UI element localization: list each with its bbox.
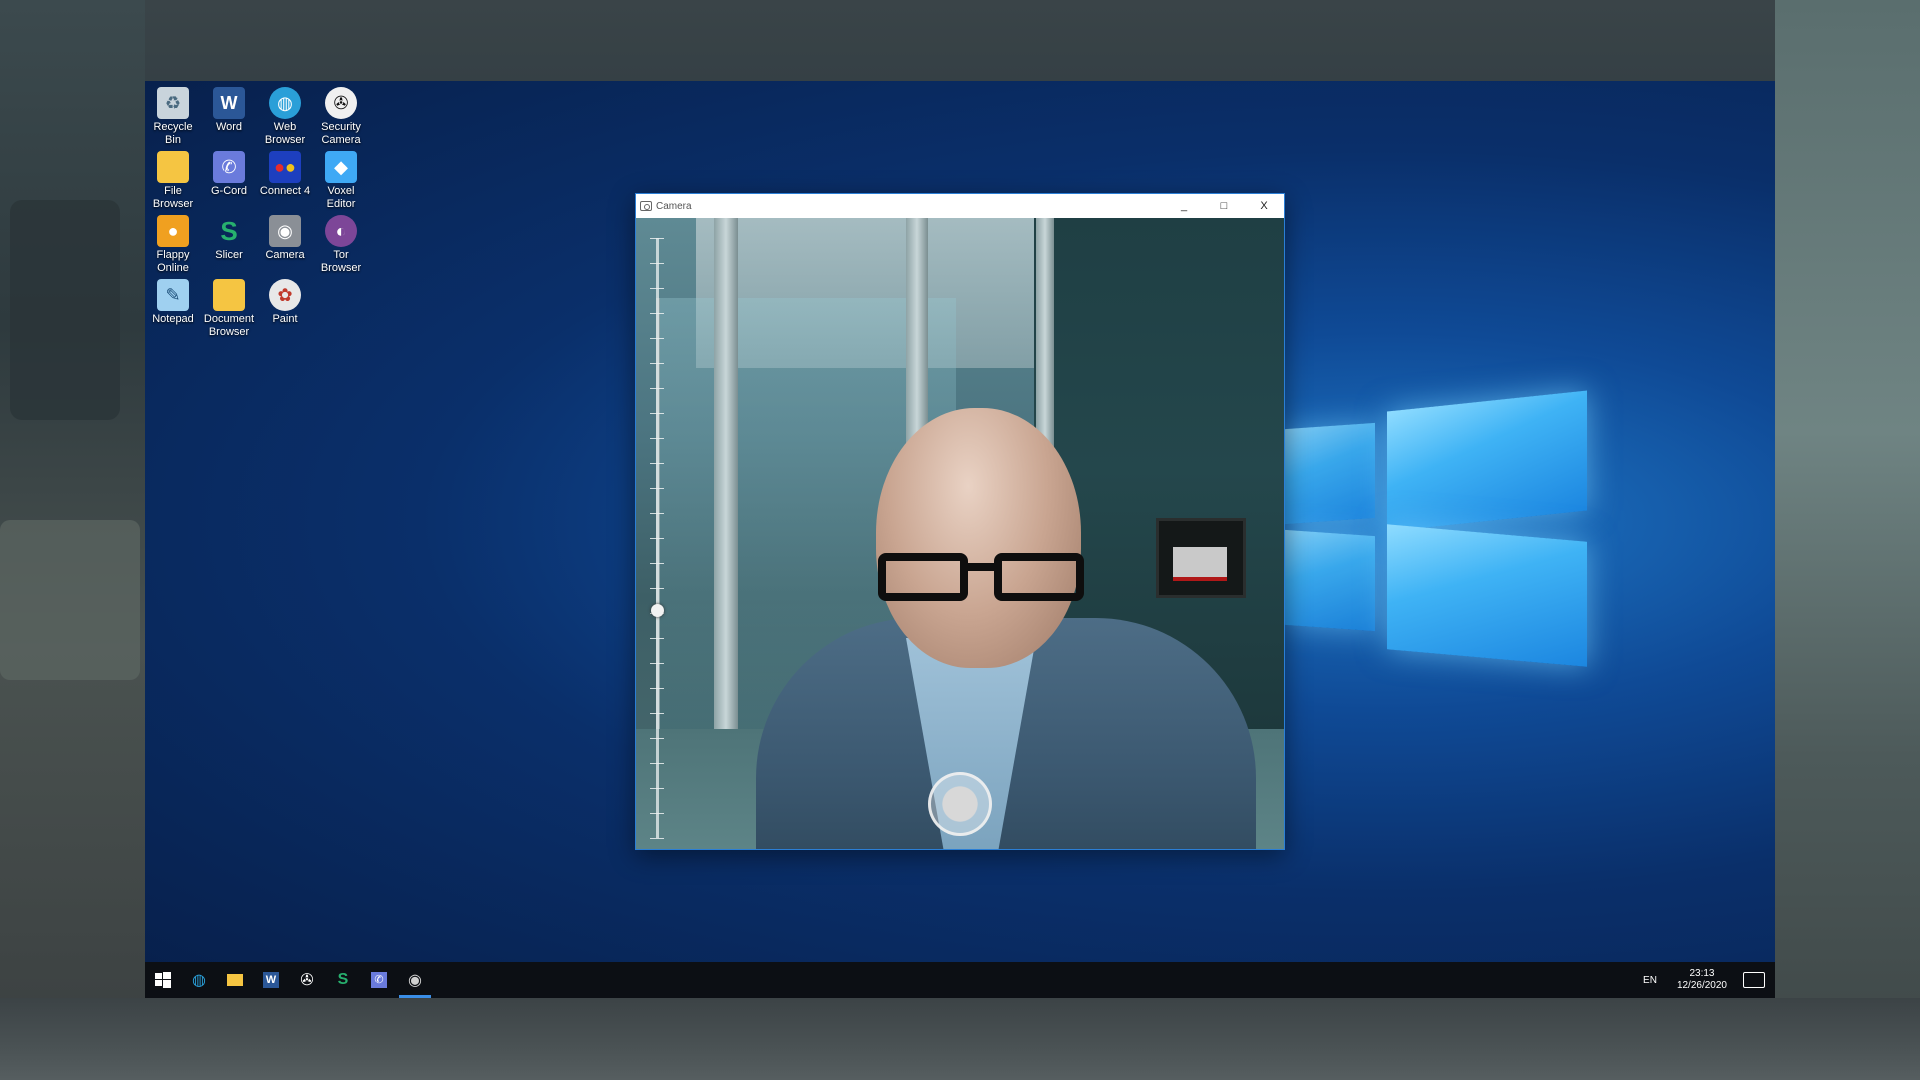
slicer-icon: S: [337, 971, 349, 988]
folder-icon: [227, 974, 243, 986]
zoom-tick: [650, 738, 664, 739]
notifications-icon[interactable]: [1743, 972, 1765, 988]
desktop-icon-recycle-bin[interactable]: ♻ Recycle Bin: [145, 87, 201, 147]
capture-button[interactable]: [928, 772, 992, 836]
zoom-tick: [650, 413, 664, 414]
zoom-tick: [650, 263, 664, 264]
folder-icon: [157, 151, 189, 183]
room-background-right: [1775, 0, 1920, 1080]
g-cord-icon: ✆: [371, 972, 387, 988]
web-browser-icon: ◍: [269, 87, 301, 119]
windows-icon: [155, 972, 171, 988]
system-tray: EN 23:13 12/26/2020: [1643, 962, 1775, 998]
desktop-icon-connect-4[interactable]: ● ● Connect 4: [257, 151, 313, 198]
zoom-tick: [650, 438, 664, 439]
paint-icon: ✿: [269, 279, 301, 311]
zoom-tick: [650, 663, 664, 664]
zoom-tick: [650, 463, 664, 464]
web-browser-icon: ◍: [192, 972, 206, 989]
language-indicator[interactable]: EN: [1643, 975, 1657, 986]
desktop-icon-camera[interactable]: ◉ Camera: [257, 215, 313, 262]
start-button[interactable]: [145, 962, 181, 998]
slicer-icon: S: [220, 215, 238, 246]
taskbar-g-cord[interactable]: ✆: [361, 962, 397, 998]
taskbar-security-camera[interactable]: ✇: [289, 962, 325, 998]
desktop-icon-security-camera[interactable]: ✇ Security Camera: [313, 87, 369, 147]
room-background-bottom: [0, 998, 1920, 1080]
security-camera-icon: ✇: [325, 87, 357, 119]
tor-browser-icon: ◐: [325, 215, 357, 247]
room-background-left: [0, 0, 145, 1080]
recycle-bin-icon: ♻: [157, 87, 189, 119]
window-title: Camera: [656, 200, 692, 212]
desktop-icon-document-browser[interactable]: Document Browser: [201, 279, 257, 339]
desktop-icon-web-browser[interactable]: ◍ Web Browser: [257, 87, 313, 147]
zoom-tick: [650, 638, 664, 639]
zoom-tick: [650, 713, 664, 714]
desktop-icon-g-cord[interactable]: ✆ G-Cord: [201, 151, 257, 198]
desktop-icon-slicer[interactable]: S Slicer: [201, 215, 257, 262]
glasses: [878, 553, 1088, 603]
zoom-tick: [650, 288, 664, 289]
zoom-tick: [650, 788, 664, 789]
close-button[interactable]: X: [1244, 194, 1284, 218]
connect-4-icon: ● ●: [269, 151, 301, 183]
clock[interactable]: 23:13 12/26/2020: [1677, 968, 1727, 992]
notepad-icon: ✎: [157, 279, 189, 311]
taskbar-file-browser[interactable]: [217, 962, 253, 998]
zoom-tick: [650, 238, 664, 239]
g-cord-icon: ✆: [213, 151, 245, 183]
desktop-icon-voxel-editor[interactable]: ◆ Voxel Editor: [313, 151, 369, 211]
zoom-slider-handle[interactable]: [651, 604, 664, 617]
desktop-icon-paint[interactable]: ✿ Paint: [257, 279, 313, 326]
taskbar-web-browser[interactable]: ◍: [181, 962, 217, 998]
word-icon: W: [263, 972, 279, 988]
zoom-tick: [650, 588, 664, 589]
taskbar: ◍ W ✇ S ✆ ◉ EN 23:13 12/26/2020: [145, 962, 1775, 998]
clock-date: 12/26/2020: [1676, 980, 1727, 991]
zoom-tick: [650, 313, 664, 314]
security-camera-icon: ✇: [300, 972, 314, 989]
zoom-tick: [650, 513, 664, 514]
voxel-editor-icon: ◆: [325, 151, 357, 183]
desktop-icon-file-browser[interactable]: File Browser: [145, 151, 201, 211]
camera-icon: ◉: [408, 972, 422, 989]
desktop-icon-flappy-online[interactable]: ● Flappy Online: [145, 215, 201, 275]
camera-icon: [640, 201, 652, 211]
room-background-top: [0, 0, 1920, 81]
taskbar-camera[interactable]: ◉: [397, 962, 433, 998]
zoom-tick: [650, 688, 664, 689]
zoom-tick: [650, 838, 664, 839]
taskbar-slicer[interactable]: S: [325, 962, 361, 998]
camera-window[interactable]: Camera _ □ X: [635, 193, 1285, 850]
desktop: ♻ Recycle Bin W Word ◍ Web Browser ✇ Sec…: [145, 81, 1775, 998]
zoom-tick: [650, 363, 664, 364]
desktop-icon-tor-browser[interactable]: ◐ Tor Browser: [313, 215, 369, 275]
clock-time: 23:13: [1689, 968, 1715, 979]
zoom-tick: [650, 488, 664, 489]
zoom-tick: [650, 563, 664, 564]
window-titlebar[interactable]: Camera _ □ X: [636, 194, 1284, 218]
document-browser-icon: [213, 279, 245, 311]
minimize-button[interactable]: _: [1164, 194, 1204, 218]
zoom-tick: [650, 813, 664, 814]
zoom-tick: [650, 388, 664, 389]
zoom-tick: [650, 763, 664, 764]
zoom-tick: [650, 538, 664, 539]
desktop-icon-word[interactable]: W Word: [201, 87, 257, 134]
taskbar-word[interactable]: W: [253, 962, 289, 998]
camera-viewfinder: [636, 218, 1284, 849]
word-icon: W: [213, 87, 245, 119]
camera-icon: ◉: [269, 215, 301, 247]
flappy-bird-icon: ●: [157, 215, 189, 247]
maximize-button[interactable]: □: [1204, 194, 1244, 218]
zoom-tick: [650, 338, 664, 339]
desktop-icon-notepad[interactable]: ✎ Notepad: [145, 279, 201, 326]
